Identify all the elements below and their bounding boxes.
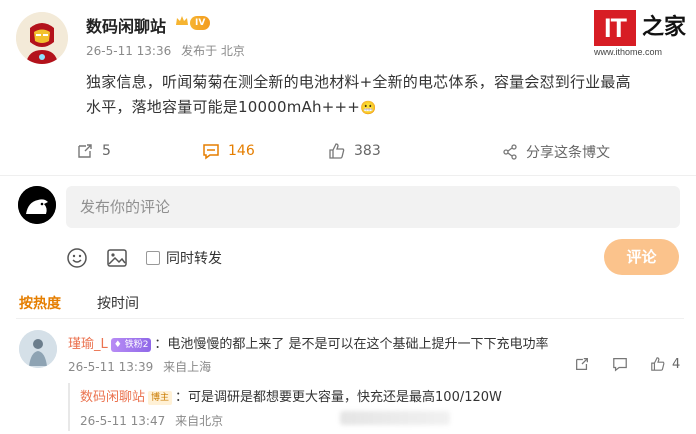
divider xyxy=(0,175,696,176)
comment-time: 26-5-11 13:39 xyxy=(68,360,154,374)
divider xyxy=(16,318,684,319)
post-actions: 5 146 383 分享这条博文 xyxy=(0,138,696,166)
commenter-name[interactable]: 瑾瑜_L xyxy=(68,337,108,352)
fan-badge: ♦ 铁粉2 xyxy=(110,338,152,352)
comment-like-button[interactable]: 4 xyxy=(650,356,680,372)
thumbs-up-icon xyxy=(651,357,665,371)
repost-icon xyxy=(576,358,588,370)
emoji-button[interactable] xyxy=(66,247,88,269)
like-button[interactable]: 383 xyxy=(328,142,381,160)
comment-input[interactable]: 发布你的评论 xyxy=(66,186,680,228)
comment-count: 146 xyxy=(228,143,255,159)
ithome-url: www.ithome.com xyxy=(594,47,663,57)
ithome-watermark: IT 之家 www.ithome.com xyxy=(594,10,686,58)
weibo-post: V 数码闲聊站 IV 26-5-11 13:36 发布于 北京 独家信息，听闻菊… xyxy=(0,0,696,175)
post-time[interactable]: 26-5-11 13:36 xyxy=(86,44,171,58)
ithome-logo-char: 之家 xyxy=(642,15,687,40)
comment-icon xyxy=(203,144,219,160)
reply-text: ：可是调研是都想要更大容量，快充还是最高100/120W xyxy=(175,390,502,405)
blurred-overlay xyxy=(340,411,450,425)
post-content: 独家信息，听闻菊菊在测全新的电池材料+全新的电芯体系，容量会怼到行业最高 水平，… xyxy=(86,70,686,121)
sort-by-hot-tab[interactable]: 按热度 xyxy=(19,293,61,313)
share-label: 分享这条博文 xyxy=(526,145,610,161)
comment-repost-button[interactable] xyxy=(574,356,590,372)
submit-comment-button[interactable]: 评论 xyxy=(604,239,679,275)
fan-badge-label: 铁粉2 xyxy=(124,340,149,350)
reply-thread: 数码闲聊站 博主 ：可是调研是都想要更大容量，快充还是最高100/120W 26-5… xyxy=(68,383,682,431)
author-name[interactable]: 数码闲聊站 xyxy=(86,13,166,37)
like-count: 383 xyxy=(354,143,381,159)
comment-text: ：电池慢慢的都上来了 是不是可以在这个基础上提升一下下充电功率 xyxy=(154,337,549,352)
share-icon xyxy=(503,144,517,160)
reply-text-line: 数码闲聊站 博主 ：可是调研是都想要更大容量，快充还是最高100/120W xyxy=(80,386,502,405)
ithome-logo: IT xyxy=(594,10,636,46)
comment-like-count: 4 xyxy=(672,356,681,372)
crown-icon xyxy=(176,16,188,25)
person-photo-icon xyxy=(19,330,57,368)
repost-count: 5 xyxy=(102,143,111,159)
commenter-avatar[interactable] xyxy=(19,330,57,368)
sort-by-time-tab[interactable]: 按时间 xyxy=(97,293,139,313)
reply-meta: 26-5-11 13:47 来自北京 xyxy=(80,412,229,429)
grimace-emoji-icon: 😬 xyxy=(360,101,377,116)
author-avatar[interactable]: V xyxy=(16,12,68,64)
comment-meta: 26-5-11 13:39 来自上海 xyxy=(68,358,217,375)
verified-badge-icon: V xyxy=(58,54,68,64)
post-content-line2: 水平，落地容量可能是10000mAh+++ xyxy=(86,98,361,116)
image-button[interactable] xyxy=(106,247,128,269)
blogger-badge: 博主 xyxy=(148,391,173,405)
comment-button[interactable]: 146 xyxy=(202,142,255,160)
comment-icon xyxy=(613,358,627,372)
repost-icon xyxy=(78,144,92,158)
share-button[interactable]: 分享这条博文 xyxy=(502,142,610,162)
emoji-icon xyxy=(67,248,87,268)
comment-source: 来自上海 xyxy=(163,360,212,374)
post-source: 发布于 北京 xyxy=(181,44,245,58)
repost-checkbox[interactable] xyxy=(146,251,160,265)
repost-button[interactable]: 5 xyxy=(76,142,111,160)
image-icon xyxy=(107,249,127,267)
bird-avatar-icon xyxy=(18,186,56,224)
thumbs-up-icon xyxy=(329,143,345,159)
repost-checkbox-label[interactable]: 同时转发 xyxy=(166,248,222,268)
reply-author-name[interactable]: 数码闲聊站 xyxy=(80,390,145,405)
post-meta: 26-5-11 13:36 发布于 北京 xyxy=(86,42,251,59)
composer-tools: 同时转发 xyxy=(66,246,222,270)
comment-reply-button[interactable] xyxy=(612,356,628,372)
reply-time: 26-5-11 13:47 xyxy=(80,414,166,428)
comment-text-line: 瑾瑜_L ♦ 铁粉2 ：电池慢慢的都上来了 是不是可以在这个基础上提升一下下充电功率 xyxy=(68,333,549,352)
reply-source: 来自北京 xyxy=(175,414,224,428)
post-content-line1: 独家信息，听闻菊菊在测全新的电池材料+全新的电芯体系，容量会怼到行业最高 xyxy=(86,73,631,91)
level-badge: IV xyxy=(190,16,211,30)
current-user-avatar[interactable] xyxy=(18,186,56,224)
